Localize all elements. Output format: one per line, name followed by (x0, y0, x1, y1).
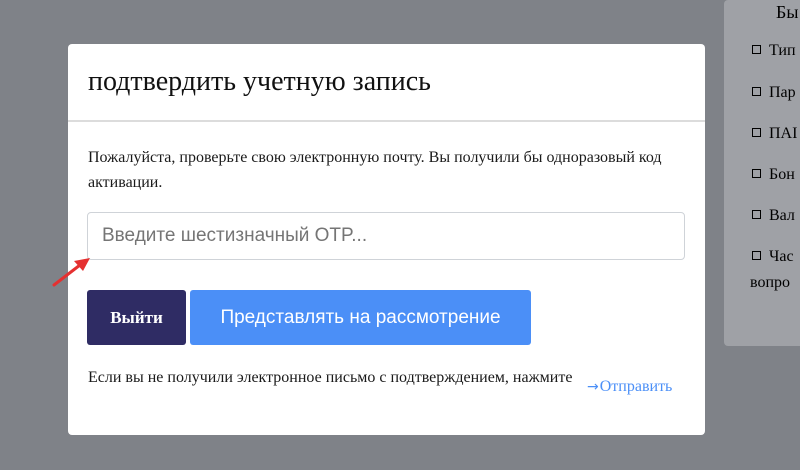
submit-button[interactable]: Представлять на рассмотрение (190, 290, 531, 345)
red-pointer-arrow-icon (52, 258, 90, 287)
checkbox-icon (752, 128, 761, 137)
otp-input[interactable] (87, 212, 685, 260)
background-sidebar-heading: Бы (776, 2, 799, 22)
checkbox-icon (752, 45, 761, 54)
background-sidebar-item: Пар (752, 84, 796, 102)
background-sidebar-item: Вал (752, 207, 795, 225)
checkbox-icon (752, 169, 761, 178)
resend-link[interactable]: →Отправить (587, 378, 672, 396)
confirm-account-dialog: подтвердить учетную запись Пожалуйста, п… (68, 44, 705, 435)
background-sidebar-item: Бон (752, 166, 795, 184)
dialog-header: подтвердить учетную запись (68, 44, 705, 122)
checkbox-icon (752, 87, 761, 96)
background-sidebar-item: Тип (752, 42, 796, 60)
activation-message: Пожалуйста, проверьте свою электронную п… (88, 149, 662, 191)
resend-link-label: Отправить (599, 378, 673, 395)
dialog-title: подтвердить учетную запись (88, 66, 431, 97)
background-sidebar-item: ПАІ (752, 125, 797, 143)
resend-instructions: Если вы не получили электронное письмо с… (88, 369, 573, 386)
checkbox-icon (752, 210, 761, 219)
arrow-right-icon: → (587, 379, 599, 395)
checkbox-icon (752, 251, 761, 260)
background-sidebar-item: Час (752, 248, 794, 266)
background-sidebar-text: вопро (750, 274, 791, 291)
exit-button[interactable]: Выйти (87, 290, 186, 345)
